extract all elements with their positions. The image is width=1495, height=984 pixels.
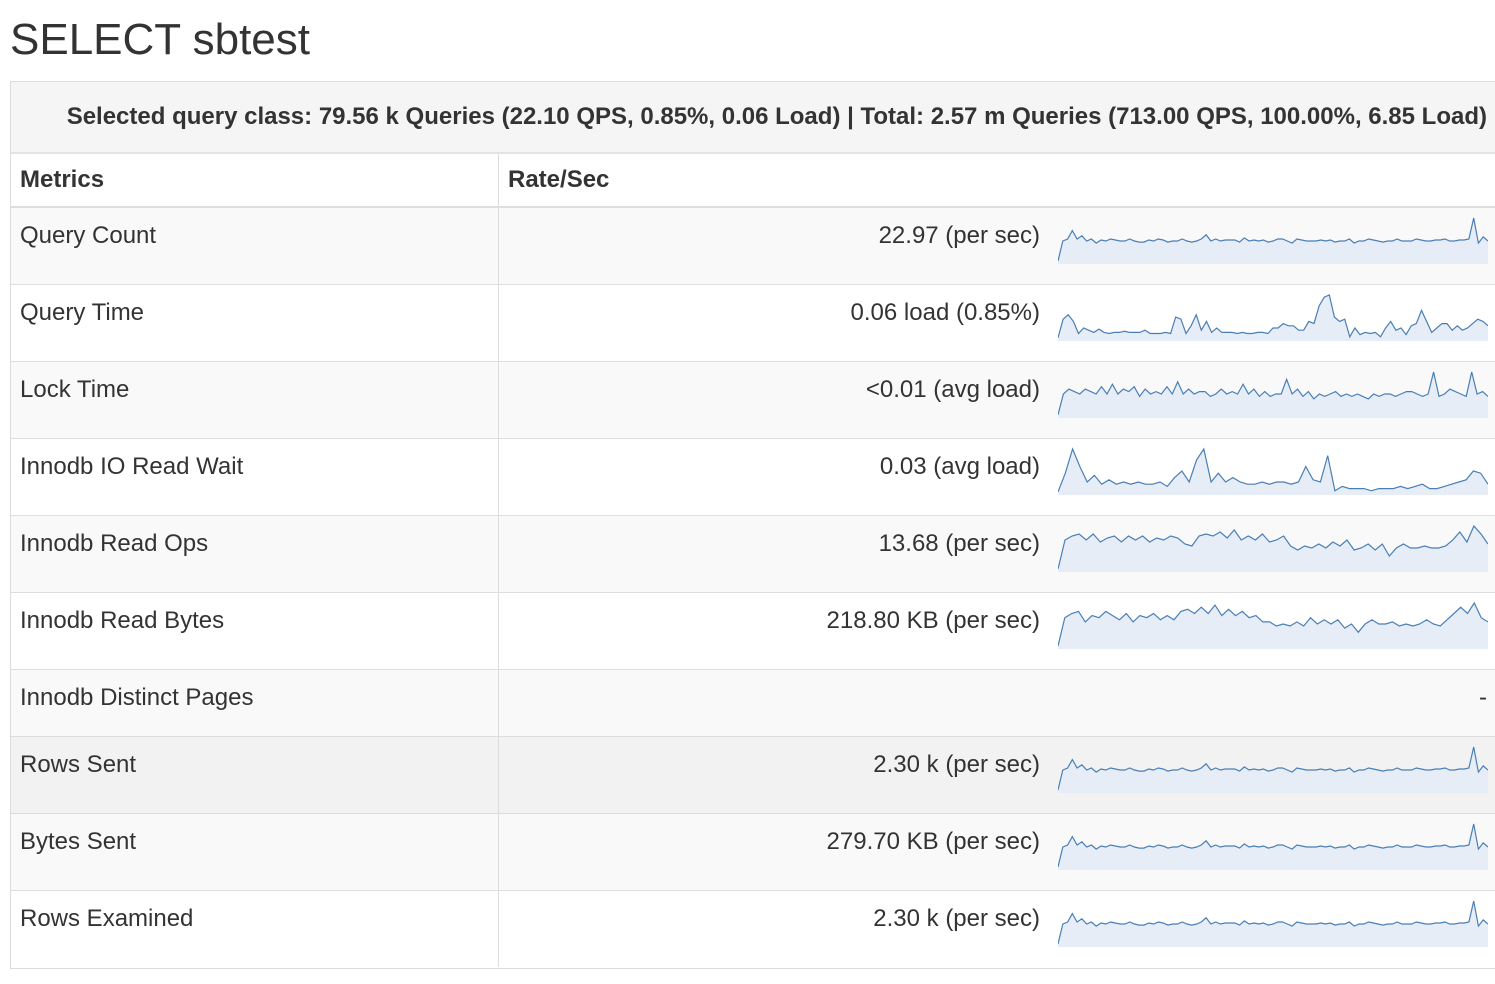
- metric-name-cell: Rows Examined: [11, 889, 499, 967]
- query-class-summary: Selected query class: 79.56 k Queries (2…: [11, 82, 1495, 154]
- sparkline-area: [1058, 294, 1488, 341]
- metric-rate-cell: 218.80 KB (per sec): [498, 591, 1495, 669]
- column-header-metrics: Metrics: [11, 154, 499, 208]
- sparkline-area: [1058, 602, 1488, 649]
- sparkline-chart: [1058, 446, 1488, 495]
- table-row[interactable]: Query Count 22.97 (per sec): [11, 206, 1495, 284]
- metric-name-cell: Innodb Read Ops: [11, 514, 499, 592]
- page-title: SELECT sbtest: [10, 15, 310, 64]
- metric-name: Bytes Sent: [20, 827, 137, 855]
- metric-rate-cell: <0.01 (avg load): [498, 360, 1495, 438]
- metric-name: Innodb Read Ops: [20, 529, 209, 557]
- sparkline-chart: [1058, 823, 1488, 870]
- query-metrics-panel: Selected query class: 79.56 k Queries (2…: [10, 81, 1495, 969]
- metric-rate-value: 218.80 KB (per sec): [826, 606, 1040, 634]
- metric-name: Query Time: [20, 298, 145, 326]
- metric-name: Innodb Read Bytes: [20, 606, 225, 634]
- table-row[interactable]: Rows Sent 2.30 k (per sec): [11, 735, 1495, 813]
- table-row[interactable]: Bytes Sent 279.70 KB (per sec): [11, 812, 1495, 890]
- sparkline-chart: [1058, 524, 1488, 572]
- table-row[interactable]: Innodb IO Read Wait 0.03 (avg load): [11, 437, 1495, 515]
- metric-name: Innodb IO Read Wait: [20, 452, 244, 480]
- metric-name-cell: Rows Sent: [11, 735, 499, 813]
- sparkline-area: [1058, 448, 1488, 495]
- table-row[interactable]: Innodb Read Ops 13.68 (per sec): [11, 514, 1495, 592]
- metric-rate-value: 0.06 load (0.85%): [850, 298, 1040, 326]
- metric-name-cell: Lock Time: [11, 360, 499, 438]
- sparkline-chart: [1058, 371, 1488, 418]
- metric-rate-cell: 279.70 KB (per sec): [498, 812, 1495, 890]
- metric-rate-cell: 0.03 (avg load): [498, 437, 1495, 515]
- metric-rate-value: 13.68 (per sec): [878, 529, 1040, 557]
- table-row[interactable]: Lock Time <0.01 (avg load): [11, 360, 1495, 438]
- metric-rate-cell: 2.30 k (per sec): [498, 735, 1495, 813]
- sparkline-chart: [1058, 601, 1488, 649]
- table-header-row: Metrics Rate/Sec: [11, 154, 1495, 208]
- metric-rate-value: 279.70 KB (per sec): [826, 827, 1040, 855]
- column-header-rate: Rate/Sec: [498, 154, 1495, 208]
- metric-rate-cell: 22.97 (per sec): [498, 206, 1495, 284]
- sparkline-chart: [1058, 746, 1488, 793]
- metric-rate-value: -: [1479, 683, 1487, 711]
- metric-rate-value: 2.30 k (per sec): [873, 904, 1040, 932]
- metric-name: Query Count: [20, 222, 157, 249]
- metric-rate-cell: 13.68 (per sec): [498, 514, 1495, 592]
- metric-rate-value: 2.30 k (per sec): [873, 750, 1040, 778]
- metric-name-cell: Innodb Read Bytes: [11, 591, 499, 669]
- metric-rate-value: 22.97 (per sec): [878, 222, 1040, 249]
- metrics-table-body: Query Count 22.97 (per sec) Query Time 0.06…: [11, 206, 1495, 967]
- metric-name-cell: Query Count: [11, 206, 499, 284]
- metrics-table: Metrics Rate/Sec Query Count 22.97 (per s…: [11, 154, 1495, 967]
- table-row[interactable]: Innodb Distinct Pages -: [11, 668, 1495, 736]
- metric-rate-cell: 2.30 k (per sec): [498, 889, 1495, 967]
- sparkline-chart: [1058, 900, 1488, 947]
- metric-rate-cell: 0.06 load (0.85%): [498, 283, 1495, 361]
- metric-name-cell: Innodb IO Read Wait: [11, 437, 499, 515]
- metric-name-cell: Query Time: [11, 283, 499, 361]
- metric-name: Innodb Distinct Pages: [20, 683, 254, 711]
- sparkline-area: [1058, 525, 1488, 572]
- metric-name: Rows Examined: [20, 904, 194, 932]
- metric-name: Rows Sent: [20, 750, 137, 778]
- table-row[interactable]: Rows Examined 2.30 k (per sec): [11, 889, 1495, 967]
- table-row[interactable]: Innodb Read Bytes 218.80 KB (per sec): [11, 591, 1495, 669]
- metric-name: Lock Time: [20, 375, 130, 403]
- table-row[interactable]: Query Time 0.06 load (0.85%): [11, 283, 1495, 361]
- metric-rate-value: <0.01 (avg load): [865, 375, 1040, 403]
- metric-name-cell: Innodb Distinct Pages: [11, 668, 499, 736]
- sparkline-chart: [1058, 217, 1488, 264]
- metric-name-cell: Bytes Sent: [11, 812, 499, 890]
- metric-rate-cell: -: [498, 668, 1495, 736]
- sparkline-chart: [1058, 293, 1488, 341]
- metric-rate-value: 0.03 (avg load): [879, 452, 1040, 480]
